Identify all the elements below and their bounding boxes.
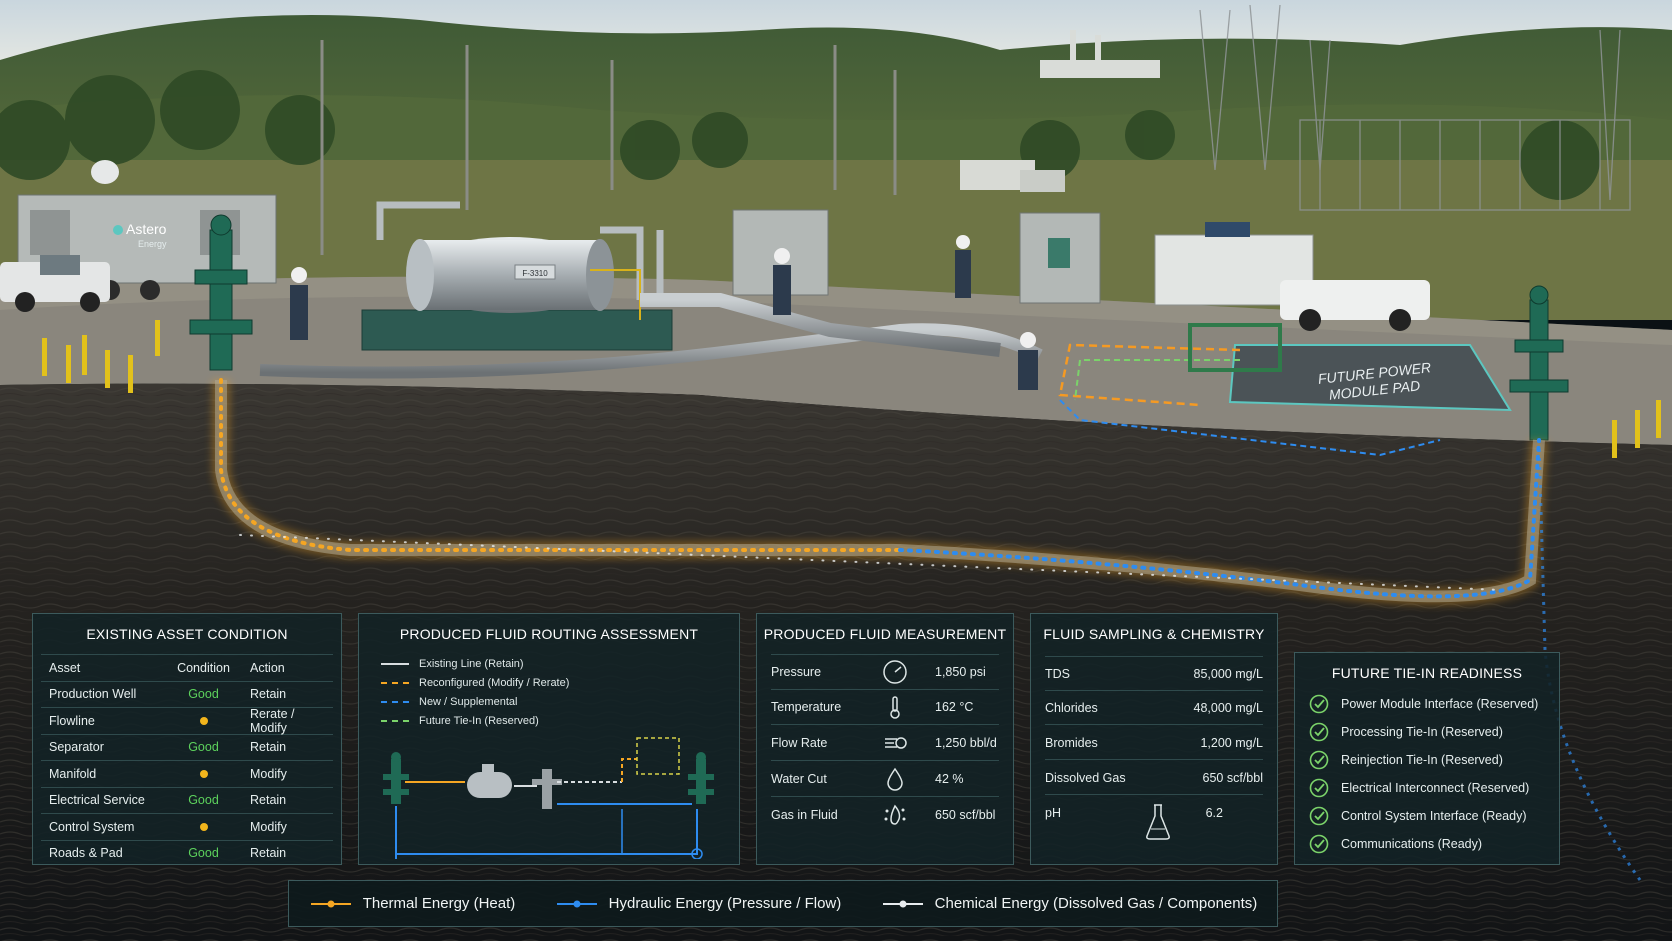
header-action: Action: [250, 660, 285, 675]
chem-row-ph: pH 6.2: [1045, 796, 1263, 840]
condition-good: Good: [188, 846, 219, 861]
legend-thermal: Thermal Energy (Heat): [309, 895, 515, 912]
legend-chemical: Chemical Energy (Dissolved Gas / Compone…: [881, 895, 1257, 912]
flow-icon: [875, 730, 915, 756]
measurement-title: PRODUCED FLUID MEASUREMENT: [763, 626, 1007, 642]
hydraulic-line-icon: [556, 900, 597, 907]
check-circle-icon: [1309, 806, 1329, 826]
gauge-icon: [875, 659, 915, 685]
tiein-title: FUTURE TIE-IN READINESS: [1331, 665, 1523, 681]
table-row: Production Well Good Retain: [41, 682, 333, 708]
flask-icon: [1143, 802, 1173, 845]
tiein-panel: FUTURE TIE-IN READINESS Power Module Int…: [1294, 652, 1560, 865]
asset-action: Modify: [250, 766, 287, 781]
trailer-brand: Astero: [126, 221, 167, 237]
energy-legend: Thermal Energy (Heat) Hydraulic Energy (…: [288, 880, 1278, 927]
measure-row-flow: Flow Rate 1,250 bbl/d: [771, 726, 999, 761]
routing-panel: PRODUCED FLUID ROUTING ASSESSMENT Existi…: [358, 613, 740, 865]
table-row: Flowline Rerate / Modify: [41, 706, 333, 735]
asset-name: Flowline: [49, 713, 95, 728]
chem-row-bromides: Bromides 1,200 mg/L: [1045, 726, 1263, 760]
droplet-icon: [875, 766, 915, 792]
measure-row-watercut: Water Cut 42 %: [771, 762, 999, 797]
asset-table-header: Asset Condition Action: [41, 654, 333, 682]
legend-hydraulic: Hydraulic Energy (Pressure / Flow): [555, 895, 841, 912]
tank-label: F-3310: [522, 269, 548, 278]
tiein-item: Communications (Ready): [1309, 831, 1482, 857]
asset-table: Asset Condition Action Production Well G…: [41, 654, 333, 866]
condition-caution: [165, 767, 242, 781]
tiein-item: Processing Tie-In (Reserved): [1309, 719, 1503, 745]
measure-row-temperature: Temperature 162 °C: [771, 690, 999, 725]
asset-action: Retain: [250, 687, 287, 702]
condition-caution: [165, 714, 242, 728]
routing-title: PRODUCED FLUID ROUTING ASSESSMENT: [399, 626, 699, 642]
legend-reconfigured: Reconfigured (Modify / Rerate): [381, 677, 569, 689]
header-asset: Asset: [49, 660, 81, 675]
asset-action: Retain: [250, 846, 287, 861]
check-circle-icon: [1309, 694, 1329, 714]
table-row: Control System Modify: [41, 814, 333, 841]
check-circle-icon: [1309, 750, 1329, 770]
chem-row-dissolved-gas: Dissolved Gas 650 scf/bbl: [1045, 761, 1263, 795]
condition-good: Good: [188, 793, 219, 808]
routing-diagram: [383, 737, 714, 859]
asset-action: Retain: [250, 740, 287, 755]
condition-good: Good: [188, 740, 219, 755]
table-row: Manifold Modify: [41, 761, 333, 788]
asset-name: Manifold: [49, 766, 97, 781]
measurement-panel: PRODUCED FLUID MEASUREMENT Pressure 1,85…: [756, 613, 1014, 865]
asset-name: Separator: [49, 740, 104, 755]
table-row: Roads & Pad Good Retain: [41, 841, 333, 867]
chem-row-chlorides: Chlorides 48,000 mg/L: [1045, 691, 1263, 725]
tiein-item: Power Module Interface (Reserved): [1309, 691, 1538, 717]
header-condition: Condition: [177, 660, 230, 675]
chem-row-tds: TDS 85,000 mg/L: [1045, 656, 1263, 691]
condition-good: Good: [188, 687, 219, 702]
legend-new: New / Supplemental: [381, 696, 517, 708]
caution-dot-icon: [199, 822, 208, 831]
asset-action: Rerate / Modify: [250, 706, 295, 735]
table-row: Separator Good Retain: [41, 735, 333, 761]
asset-action: Modify: [250, 819, 287, 834]
check-circle-icon: [1309, 778, 1329, 798]
check-circle-icon: [1309, 834, 1329, 854]
condition-caution: [165, 820, 242, 834]
gas-icon: [875, 802, 915, 828]
asset-condition-title: EXISTING ASSET CONDITION: [86, 626, 288, 642]
tiein-item: Control System Interface (Ready): [1309, 803, 1527, 829]
legend-existing: Existing Line (Retain): [381, 658, 524, 670]
asset-action: Retain: [250, 793, 287, 808]
asset-name: Production Well: [49, 687, 137, 702]
tiein-item: Reinjection Tie-In (Reserved): [1309, 747, 1503, 773]
check-circle-icon: [1309, 722, 1329, 742]
trailer-brand-sub: Energy: [138, 239, 167, 249]
asset-name: Roads & Pad: [49, 846, 123, 861]
thermal-line-icon: [310, 900, 351, 907]
asset-name: Electrical Service: [49, 793, 145, 808]
asset-condition-panel: EXISTING ASSET CONDITION Asset Condition…: [32, 613, 342, 865]
chemical-line-icon: [882, 900, 923, 907]
asset-name: Control System: [49, 819, 135, 834]
caution-dot-icon: [199, 716, 208, 725]
tiein-item: Electrical Interconnect (Reserved): [1309, 775, 1529, 801]
caution-dot-icon: [199, 769, 208, 778]
chemistry-title: FLUID SAMPLING & CHEMISTRY: [1043, 626, 1265, 642]
thermometer-icon: [875, 694, 915, 720]
measure-row-pressure: Pressure 1,850 psi: [771, 654, 999, 690]
table-row: Electrical Service Good Retain: [41, 788, 333, 814]
chemistry-panel: FLUID SAMPLING & CHEMISTRY TDS 85,000 mg/…: [1030, 613, 1278, 865]
measure-row-gas: Gas in Fluid 650 scf/bbl: [771, 798, 999, 832]
